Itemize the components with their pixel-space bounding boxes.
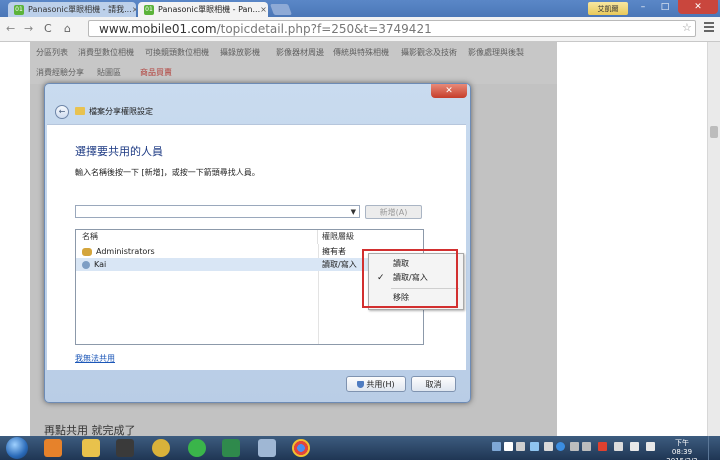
- network-icon[interactable]: [614, 442, 623, 451]
- site-category-nav: 分區列表 消費型數位相機 可換鏡頭數位相機 攝錄放影機 影像器材周邊 傳統與特殊…: [30, 42, 557, 84]
- share-button-label: 共用(H): [366, 380, 395, 389]
- dialog-instruction: 輸入名稱後按一下 [新增]，或按一下箭頭尋找人員。: [75, 168, 260, 177]
- dropdown-arrow-icon: ▼: [350, 208, 356, 216]
- address-bar[interactable]: www.mobile01.com/topicdetail.php?f=250&t…: [88, 20, 696, 37]
- cancel-button: 取消: [411, 376, 456, 392]
- line-app-icon[interactable]: [188, 439, 206, 457]
- flag-icon[interactable]: [630, 442, 639, 451]
- user-icon: [82, 260, 90, 269]
- tab-label: Panasonic單眼相機 - Pan...: [158, 5, 261, 14]
- start-button[interactable]: [6, 437, 28, 459]
- site-nav-item[interactable]: 貼圖區: [97, 67, 121, 78]
- site-nav-item[interactable]: 攝錄放影機: [220, 47, 260, 58]
- close-window-button[interactable]: ✕: [678, 0, 718, 14]
- sail-app-icon[interactable]: [222, 439, 240, 457]
- browser-tab[interactable]: 01 Panasonic單眼相機 - 請我... ×: [8, 2, 136, 17]
- home-icon[interactable]: ⌂: [64, 22, 71, 35]
- file-explorer-icon[interactable]: [82, 439, 100, 457]
- clock-time: 下午 08:39: [671, 439, 693, 456]
- maximize-window-button[interactable]: □: [654, 0, 676, 14]
- tray-app-icon[interactable]: [492, 442, 501, 451]
- highlight-annotation-box: [362, 249, 458, 308]
- tray-app-icon[interactable]: [530, 442, 539, 451]
- site-nav-item[interactable]: 可換鏡頭數位相機: [145, 47, 209, 58]
- tray-arrow-icon[interactable]: [598, 442, 607, 451]
- clock-date: 2015/2/2: [666, 457, 698, 465]
- site-nav-item[interactable]: 消費經驗分享: [36, 67, 84, 78]
- site-nav-item[interactable]: 攝影觀念及技術: [401, 47, 457, 58]
- user-name-combobox: ▼: [75, 205, 360, 218]
- chrome-browser-icon[interactable]: [292, 439, 310, 457]
- tray-app-icon[interactable]: [544, 442, 553, 451]
- page-scrollbar[interactable]: [707, 42, 720, 436]
- site-nav-item[interactable]: 影像器材周邊: [276, 47, 324, 58]
- show-desktop-button[interactable]: [708, 436, 720, 460]
- ime-icon[interactable]: [504, 442, 513, 451]
- paint-app-icon[interactable]: [258, 439, 276, 457]
- browser-toolbar: ← → C ⌂ www.mobile01.com/topicdetail.php…: [0, 17, 720, 42]
- reload-icon[interactable]: C: [44, 22, 52, 35]
- new-tab-button[interactable]: [269, 4, 293, 15]
- site-nav-item[interactable]: 商品買賣: [140, 67, 172, 78]
- dialog-close-icon: ✕: [431, 84, 467, 98]
- tray-app-icon[interactable]: [516, 442, 525, 451]
- add-button: 新增(A): [365, 205, 422, 219]
- dialog-title: 檔案分享權限設定: [89, 107, 153, 116]
- tray-app-icon[interactable]: [570, 442, 579, 451]
- row-name: Administrators: [96, 247, 155, 256]
- forward-arrow-icon[interactable]: →: [24, 22, 33, 35]
- share-button: 共用(H): [346, 376, 406, 392]
- uac-shield-icon: [357, 381, 365, 388]
- cannot-share-link: 我無法共用: [75, 354, 115, 363]
- close-tab-icon[interactable]: ×: [260, 5, 267, 14]
- tray-app-icon[interactable]: [582, 442, 591, 451]
- windows-taskbar: 下午 08:39 2015/2/2: [0, 436, 720, 465]
- site-nav-item[interactable]: 傳統與特殊相機: [333, 47, 389, 58]
- shared-folder-icon: [75, 107, 85, 115]
- browser-tab-active[interactable]: 01 Panasonic單眼相機 - Pan... ×: [138, 2, 268, 17]
- file-sharing-dialog: ✕ ← 檔案分享權限設定 選擇要共用的人員 輸入名稱後按一下 [新增]，或按一下…: [44, 83, 471, 403]
- back-arrow-icon: ←: [55, 105, 69, 119]
- site-nav-item[interactable]: 影像處理與後製: [468, 47, 524, 58]
- dialog-body: 選擇要共用的人員 輸入名稱後按一下 [新增]，或按一下箭頭尋找人員。 ▼ 新增(…: [47, 124, 466, 370]
- browser-tab-bar: 01 Panasonic單眼相機 - 請我... × 01 Panasonic單…: [0, 0, 720, 17]
- url-path: /topicdetail.php?f=250&t=3749421: [216, 21, 432, 36]
- chrome-menu-icon[interactable]: [704, 22, 714, 34]
- close-tab-icon[interactable]: ×: [132, 5, 136, 14]
- volume-icon[interactable]: [646, 442, 655, 451]
- minimize-window-button[interactable]: –: [632, 0, 654, 14]
- taskbar-clock[interactable]: 下午 08:39 2015/2/2: [664, 439, 700, 466]
- column-header-permission: 權限層級: [322, 232, 354, 241]
- row-permission: 讀取/寫入: [322, 260, 357, 269]
- scrollbar-thumb[interactable]: [710, 126, 718, 138]
- row-permission: 擁有者: [322, 247, 346, 256]
- tab-label: Panasonic單眼相機 - 請我...: [28, 5, 132, 14]
- mobile01-favicon-icon: 01: [144, 4, 154, 15]
- mobile01-favicon-icon: 01: [14, 4, 24, 15]
- media-player-icon[interactable]: [44, 439, 62, 457]
- dialog-heading: 選擇要共用的人員: [75, 145, 163, 158]
- back-arrow-icon[interactable]: ←: [6, 22, 15, 35]
- site-nav-item[interactable]: 消費型數位相機: [78, 47, 134, 58]
- bookmark-star-icon[interactable]: ☆: [682, 21, 692, 34]
- row-name: Kai: [94, 260, 107, 269]
- qq-messenger-icon[interactable]: [152, 439, 170, 457]
- site-nav-item[interactable]: 分區列表: [36, 47, 68, 58]
- column-header-name: 名稱: [76, 230, 318, 244]
- user-profile-badge[interactable]: 艾凱爾: [588, 2, 628, 15]
- camera-app-icon[interactable]: [116, 439, 134, 457]
- help-icon[interactable]: [556, 442, 565, 451]
- group-users-icon: [82, 247, 92, 256]
- url-host: www.mobile01.com: [99, 21, 217, 36]
